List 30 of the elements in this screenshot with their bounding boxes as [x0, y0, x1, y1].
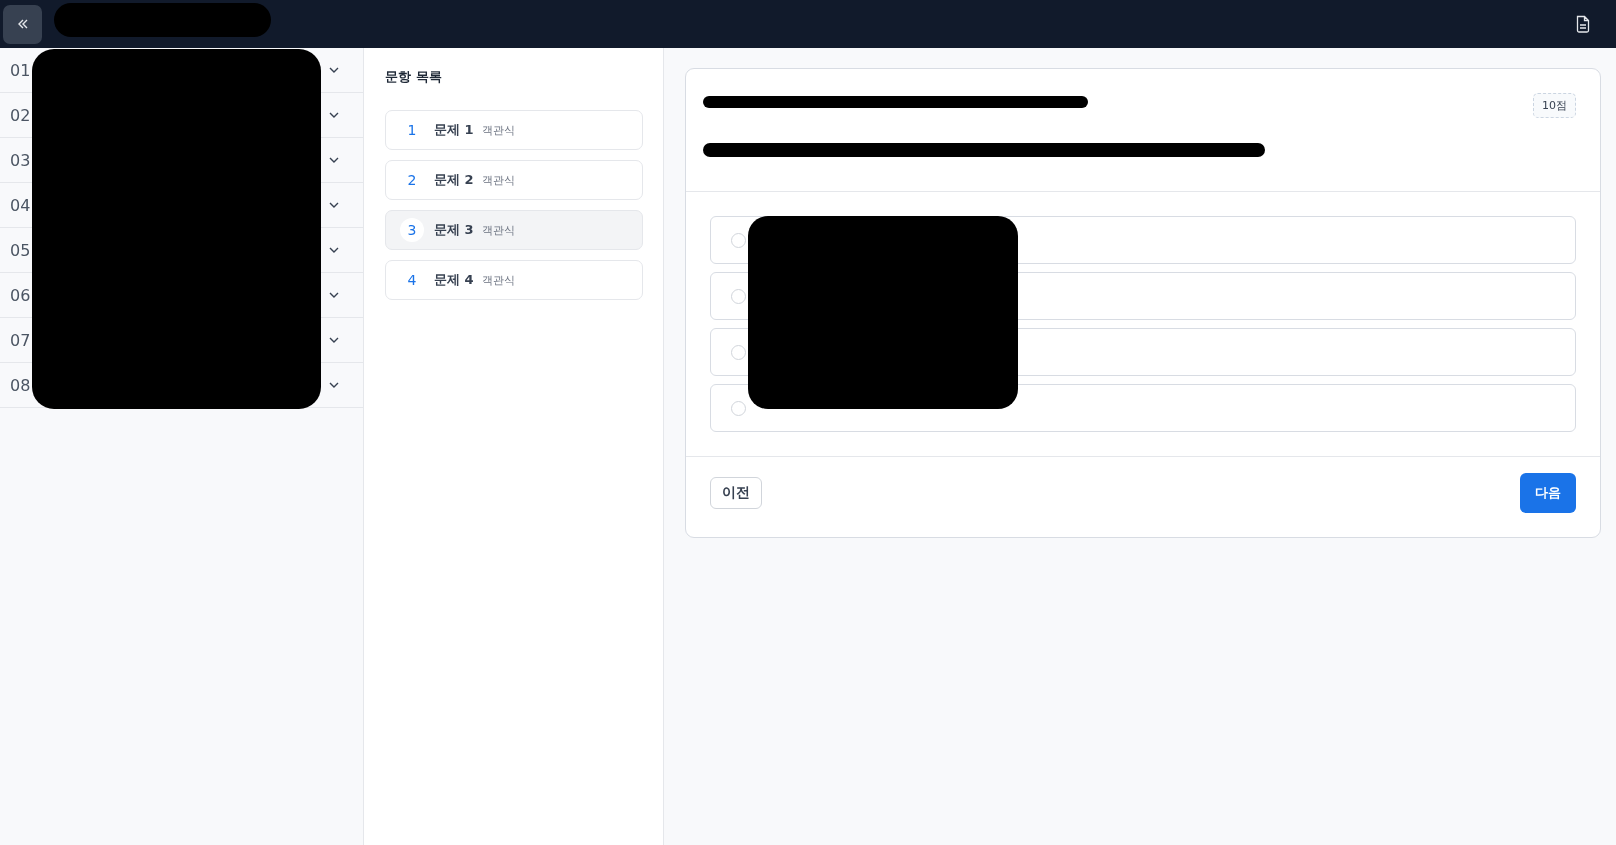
question-item[interactable]: 4 문제 4 객관식 [385, 260, 643, 300]
question-label: 문제 2 [434, 171, 474, 189]
section-number: 03 [10, 150, 31, 170]
next-button[interactable]: 다음 [1520, 473, 1576, 513]
question-item[interactable]: 1 문제 1 객관식 [385, 110, 643, 150]
section-number: 01 [10, 60, 31, 80]
question-type: 객관식 [481, 122, 515, 138]
question-label: 문제 3 [434, 221, 474, 239]
question-number: 4 [406, 271, 418, 290]
question-number: 2 [406, 171, 418, 190]
section-number: 07 [10, 330, 31, 350]
section-number: 06 [10, 285, 31, 305]
section-number: 04 [10, 195, 31, 215]
list-title: 문항 목록 [385, 68, 443, 86]
section-number: 08 [10, 375, 31, 395]
previous-button[interactable]: 이전 [710, 477, 762, 509]
question-label: 문제 4 [434, 271, 474, 289]
question-label: 문제 1 [434, 121, 474, 139]
question-type: 객관식 [481, 222, 515, 238]
document-icon[interactable] [1575, 15, 1591, 33]
question-number: 1 [406, 121, 418, 140]
question-item[interactable]: 2 문제 2 객관식 [385, 160, 643, 200]
section-number: 02 [10, 105, 31, 125]
score-badge: 10점 [1533, 93, 1576, 118]
collapse-button[interactable] [3, 4, 42, 44]
question-type: 객관식 [481, 272, 515, 288]
question-number: 3 [400, 218, 424, 242]
question-type: 객관식 [481, 172, 515, 188]
question-item[interactable]: 3 문제 3 객관식 [385, 210, 643, 250]
section-number: 05 [10, 240, 31, 260]
